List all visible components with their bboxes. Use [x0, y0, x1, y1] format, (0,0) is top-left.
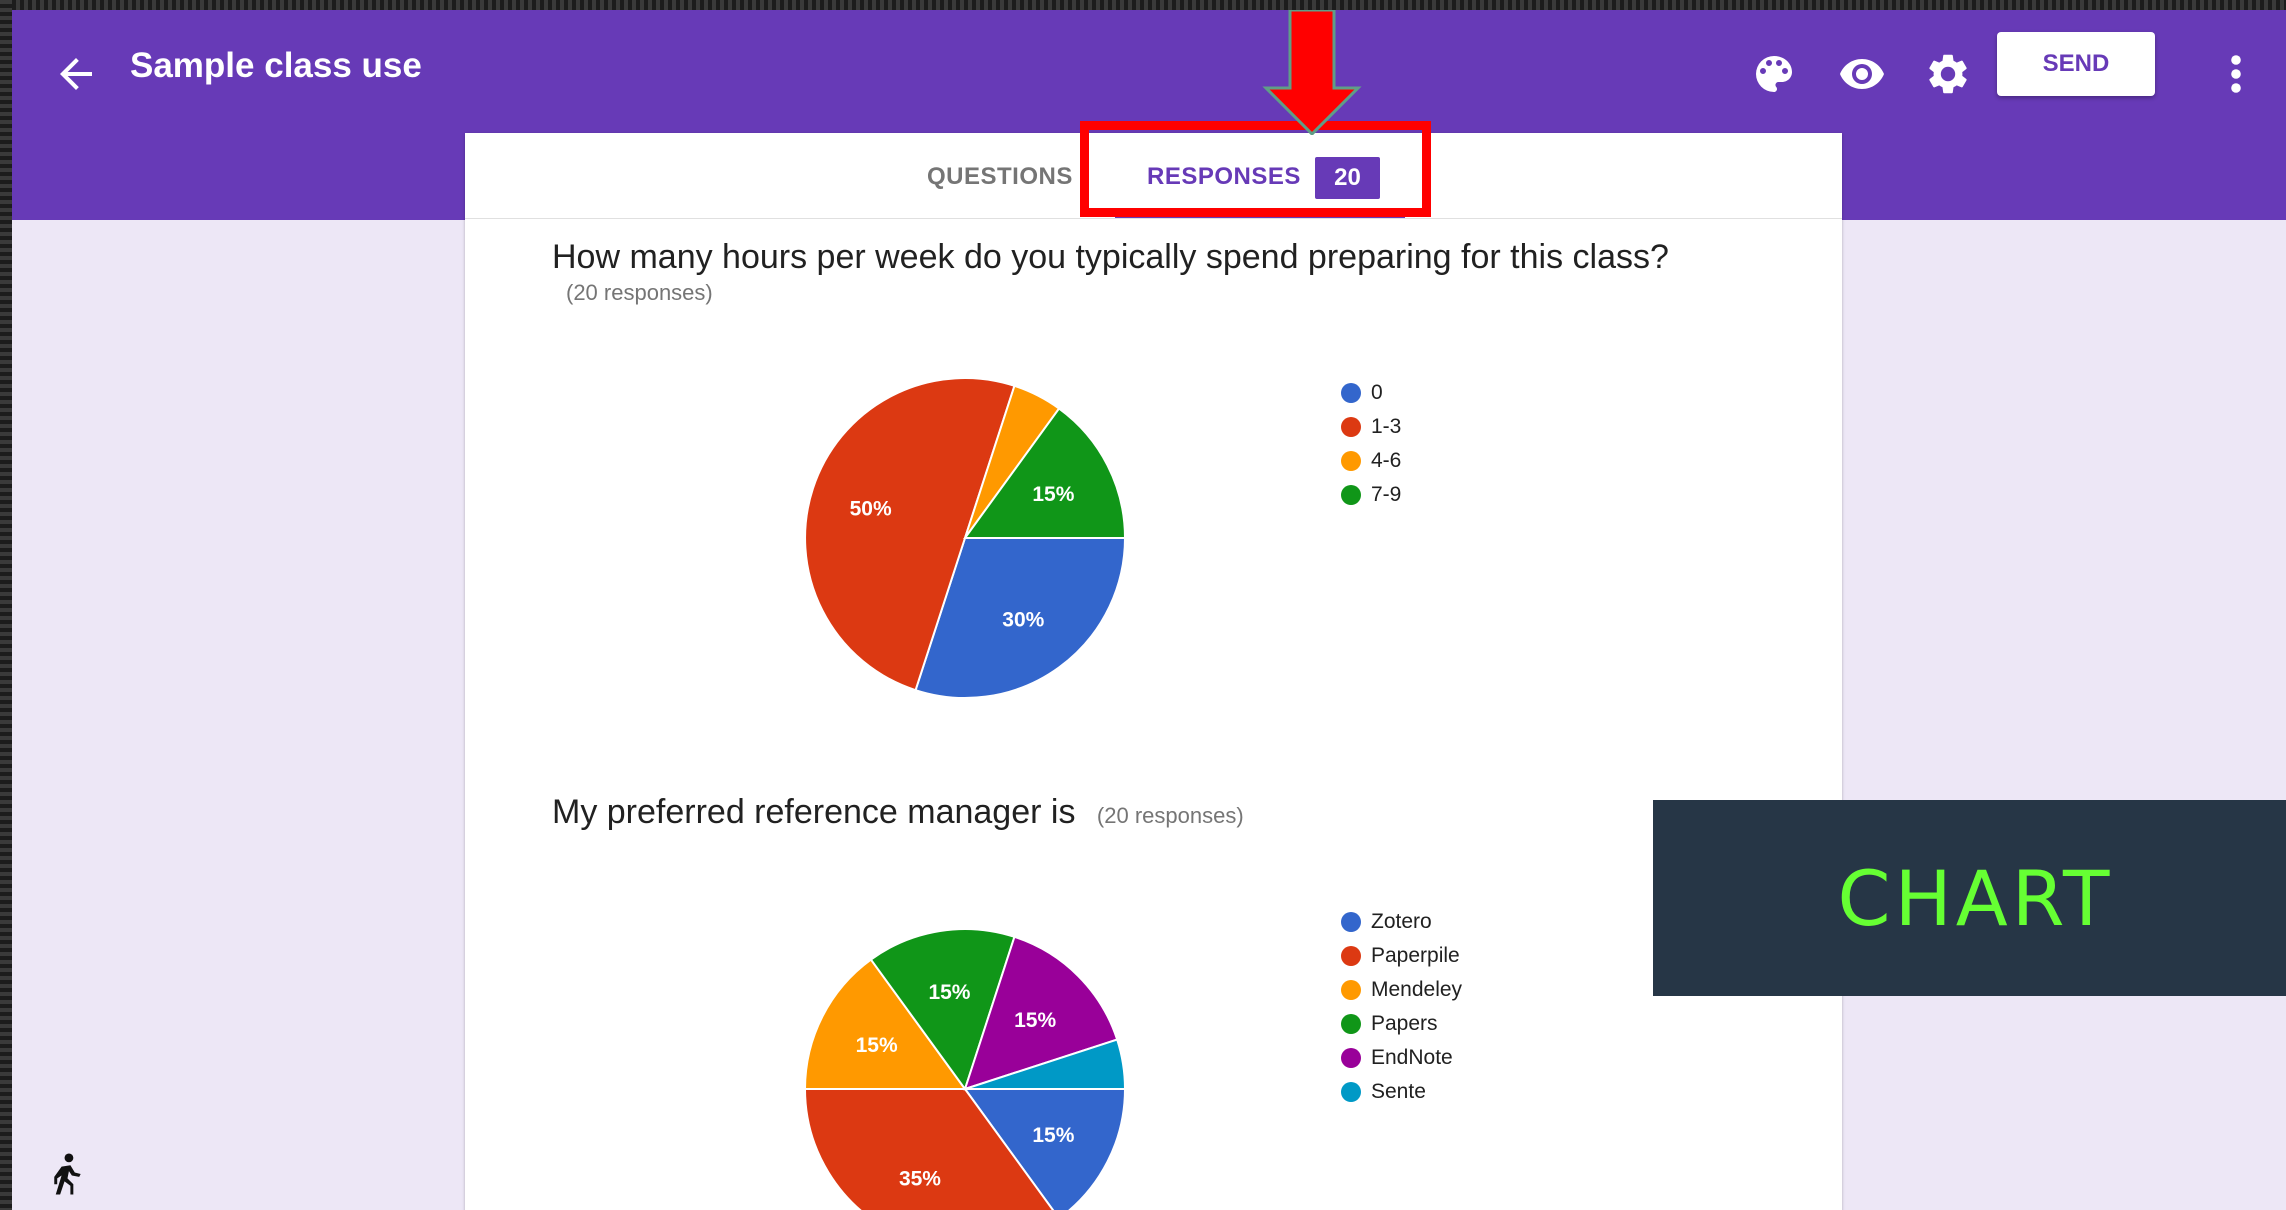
legend-swatch	[1341, 1082, 1361, 1102]
pie-slice-label: 50%	[850, 497, 892, 520]
gear-icon[interactable]	[1924, 50, 1972, 98]
legend-swatch	[1341, 1014, 1361, 1034]
question-2-title: My preferred reference manager is (20 re…	[552, 793, 1244, 832]
question-2-title-text: My preferred reference manager is	[552, 793, 1076, 831]
legend-label: 4-6	[1371, 449, 1402, 472]
pie-chart-reference-manager: 15% 35% 15% 15% 15%	[803, 928, 1127, 1210]
question-1-title: How many hours per week do you typically…	[552, 238, 1669, 276]
more-vert-icon[interactable]	[2224, 50, 2248, 98]
legend-swatch	[1341, 1048, 1361, 1068]
pie-slice-label: 35%	[899, 1167, 941, 1190]
responses-tab-highlight	[1080, 121, 1431, 217]
legend-item: 7-9	[1341, 478, 1401, 512]
legend-item: 4-6	[1341, 444, 1401, 478]
legend-swatch	[1341, 912, 1361, 932]
legend-swatch	[1341, 980, 1361, 1000]
legend-swatch	[1341, 946, 1361, 966]
legend-label: Zotero	[1371, 910, 1432, 933]
legend-label: Paperpile	[1371, 944, 1460, 967]
eye-icon[interactable]	[1838, 50, 1886, 98]
legend-item: EndNote	[1341, 1041, 1462, 1075]
back-arrow-icon[interactable]	[52, 50, 100, 98]
legend-swatch	[1341, 417, 1361, 437]
legend-label: Sente	[1371, 1080, 1426, 1103]
legend-item: Mendeley	[1341, 973, 1462, 1007]
pie-slice-label: 15%	[856, 1034, 898, 1057]
legend-label: Mendeley	[1371, 978, 1463, 1001]
legend-swatch	[1341, 451, 1361, 471]
red-arrow-annotation	[1262, 10, 1362, 135]
send-button[interactable]: SEND	[1997, 32, 2155, 96]
question-2-response-count: (20 responses)	[1096, 803, 1244, 828]
legend-label: EndNote	[1371, 1046, 1453, 1069]
responses-card: QUESTIONS RESPONSES 20 How many hours pe…	[465, 133, 1842, 1210]
screen-border-top	[0, 0, 2286, 10]
palette-icon[interactable]	[1750, 50, 1798, 98]
screen-border-left	[0, 0, 12, 1210]
pie-slice-label: 15%	[1014, 1009, 1056, 1032]
legend-reference-manager: Zotero Paperpile Mendeley Papers EndNote Sent…	[1341, 905, 1462, 1109]
runner-icon	[54, 1153, 81, 1195]
tab-questions[interactable]: QUESTIONS	[927, 163, 1073, 191]
legend-label: 1-3	[1371, 415, 1402, 438]
pie-chart-hours: 30% 50% 15%	[804, 377, 1127, 699]
legend-item: 0	[1341, 376, 1401, 410]
chart-overlay-label: CHART	[1653, 800, 2286, 996]
legend-hours: 0 1-3 4-6 7-9	[1341, 376, 1401, 512]
legend-label: 7-9	[1371, 483, 1402, 506]
legend-item: Papers	[1341, 1007, 1462, 1041]
form-title: Sample class use	[130, 46, 422, 85]
pie-slice-label: 15%	[1032, 1124, 1074, 1147]
pie-slice-label: 15%	[1032, 483, 1074, 506]
legend-item: Sente	[1341, 1075, 1462, 1109]
legend-label: Papers	[1371, 1012, 1438, 1035]
question-1-response-count: (20 responses)	[566, 280, 713, 305]
legend-swatch	[1341, 383, 1361, 403]
legend-item: Zotero	[1341, 905, 1462, 939]
legend-item: Paperpile	[1341, 939, 1462, 973]
pie-slice-label: 30%	[1002, 608, 1044, 631]
pie-slice-label: 15%	[928, 981, 970, 1004]
legend-label: 0	[1371, 381, 1383, 404]
legend-item: 1-3	[1341, 410, 1401, 444]
legend-swatch	[1341, 485, 1361, 505]
